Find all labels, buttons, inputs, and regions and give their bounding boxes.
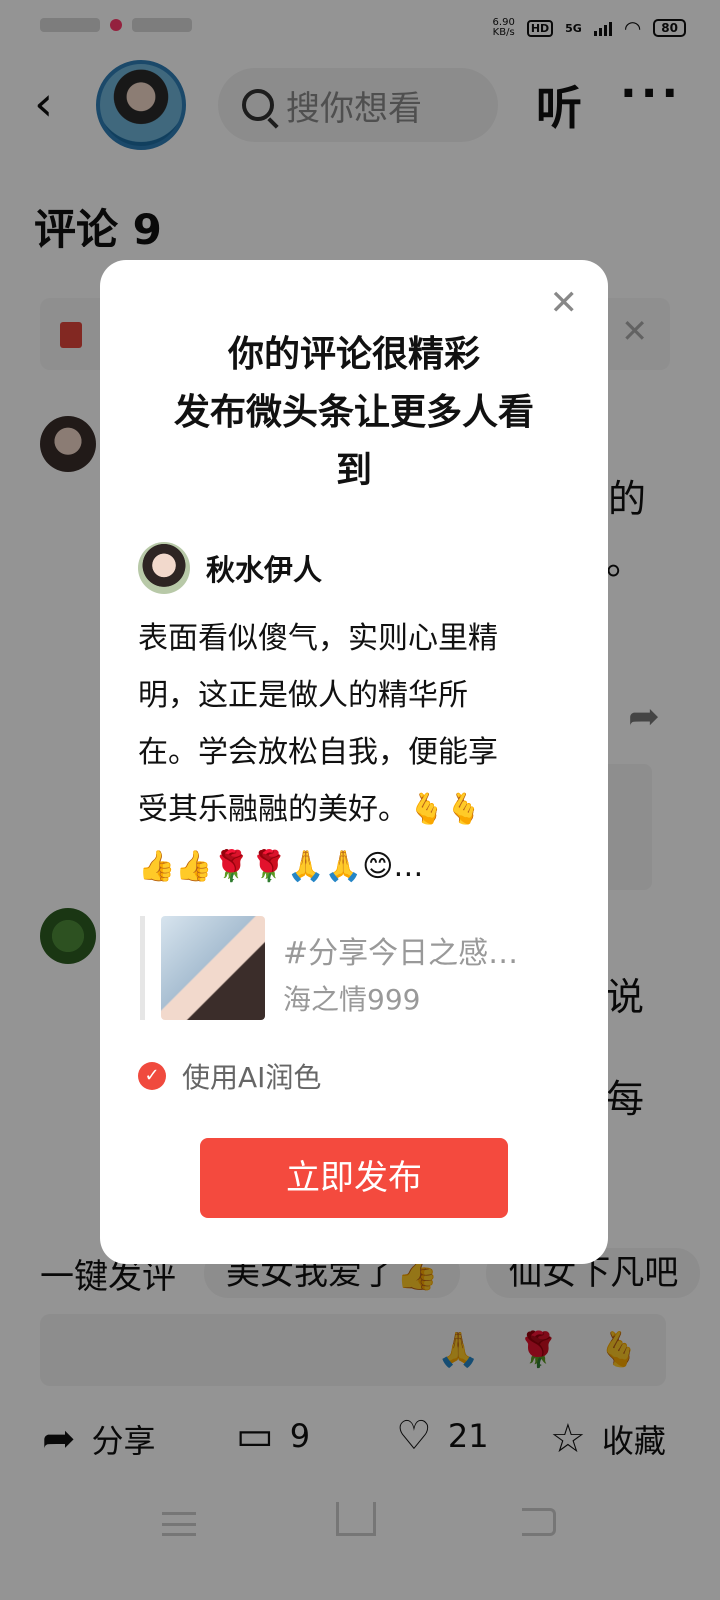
article-author: 海之情999 [283, 983, 421, 1016]
article-thumbnail [161, 916, 265, 1020]
comment-author: 秋水伊人 [138, 542, 322, 594]
ai-polish-option[interactable]: ✓ 使用AI润色 [138, 1056, 321, 1096]
article-title: #分享今日之感… [283, 936, 519, 971]
comment-line: 表面看似傻气，实则心里精 [138, 621, 498, 656]
comment-body: 表面看似傻气，实则心里精 明，这正是做人的精华所 在。学会放松自我，便能享 受其… [138, 610, 578, 895]
comment-line: 明，这正是做人的精华所 [138, 678, 468, 713]
modal-title: 你的评论很精彩 发布微头条让更多人看 到 [130, 326, 578, 500]
comment-line: 在。学会放松自我，便能享 [138, 735, 498, 770]
comment-line: 👍👍🌹🌹🙏🙏😊… [138, 849, 424, 884]
checkbox-checked-icon[interactable]: ✓ [138, 1062, 166, 1090]
quoted-article[interactable]: #分享今日之感… 海之情999 [140, 916, 570, 1020]
modal-title-line: 到 [335, 450, 372, 491]
close-icon[interactable]: ✕ [550, 286, 579, 320]
author-name: 秋水伊人 [206, 553, 323, 587]
comment-line: 受其乐融融的美好。🫰🫰 [138, 792, 483, 827]
modal-title-line: 发布微头条让更多人看 [173, 392, 534, 433]
ai-polish-label: 使用AI润色 [182, 1061, 322, 1094]
publish-button[interactable]: 立即发布 [200, 1138, 508, 1218]
modal-title-line: 你的评论很精彩 [227, 334, 480, 375]
avatar [138, 542, 190, 594]
publish-modal: ✕ 你的评论很精彩 发布微头条让更多人看 到 秋水伊人 表面看似傻气，实则心里精… [100, 260, 608, 1264]
